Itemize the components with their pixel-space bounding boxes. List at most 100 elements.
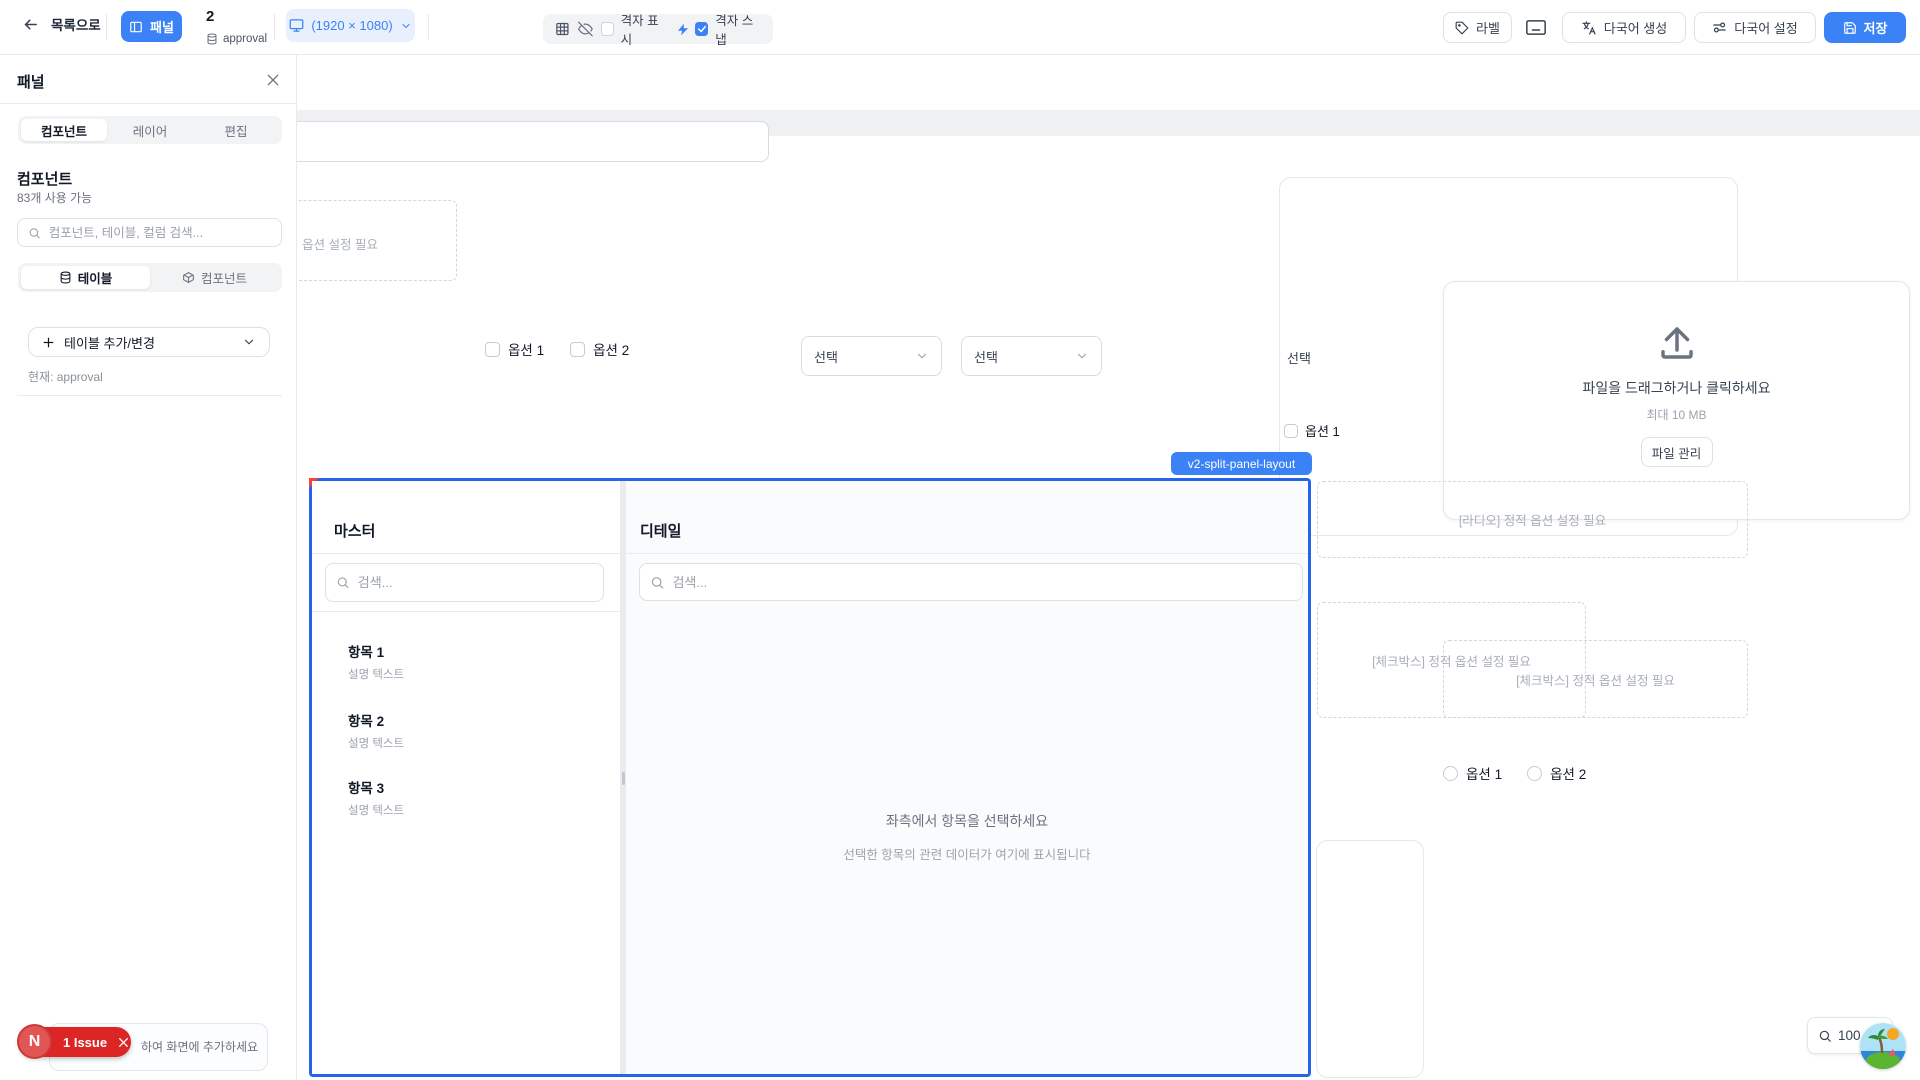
resolution-label: (1920 × 1080) [311,18,392,33]
grid-controls: 격자 표시 격자 스냅 [543,14,773,44]
database-icon [206,33,218,45]
toggle-table[interactable]: 테이블 [21,266,150,289]
save-button[interactable]: 저장 [1824,12,1906,43]
label-button-label: 라벨 [1476,18,1500,37]
checkbox-icon[interactable] [570,342,585,357]
table-badge-label: approval [223,33,267,45]
checkbox-label: 옵션 1 [508,339,544,359]
panel-title: 패널 [17,71,45,92]
back-button[interactable]: 목록으로 [22,14,101,34]
radio-placeholder-text: [라디오] 정적 옵션 설정 필요 [1459,510,1606,529]
divider [626,553,1308,554]
tag-icon [1455,21,1469,35]
chevron-down-icon [400,20,412,32]
item-desc: 설명 텍스트 [348,802,404,818]
divider [274,14,275,40]
checkbox-field[interactable]: 옵션 1 옵션 2 [485,339,629,359]
source-toggle: 테이블 컴포넌트 [18,263,282,292]
canvas-text-input[interactable] [290,121,769,162]
upload-icon [1656,322,1698,364]
island-widget[interactable] [1860,1023,1906,1069]
file-manage-button[interactable]: 파일 관리 [1641,437,1713,467]
radio-icon[interactable] [1443,766,1458,781]
list-item[interactable]: 항목 3 설명 텍스트 [348,777,404,818]
database-icon [59,271,72,284]
keyboard-icon[interactable] [1526,19,1546,36]
add-table-label: 테이블 추가/변경 [64,333,155,352]
upload-limit: 최대 10 MB [1646,406,1706,423]
issue-logo-letter: N [29,1033,41,1051]
island-icon [1860,1023,1906,1069]
grid-snap-label: 격자 스냅 [715,10,761,48]
checkbox-icon[interactable] [485,342,500,357]
list-item[interactable]: 항목 2 설명 텍스트 [348,710,404,751]
empty-desc: 선택한 항목의 관련 데이터가 여기에 표시됩니다 [626,844,1308,863]
tab-layers[interactable]: 레이어 [107,119,193,141]
toggle-component[interactable]: 컴포넌트 [150,266,279,289]
table-badge: approval [206,33,267,45]
detail-title: 디테일 [640,520,681,541]
radio-icon[interactable] [1527,766,1542,781]
toggle-table-label: 테이블 [78,268,113,287]
split-panel-component[interactable]: 마스터 항목 1 설명 텍스트 항목 2 설명 텍스트 항목 3 설명 텍스트 [309,478,1311,1077]
component-search-field[interactable] [49,226,271,240]
radio-label: 옵션 1 [1466,763,1502,783]
detail-search-field[interactable] [672,575,1292,590]
close-icon[interactable] [265,72,281,88]
toolbar: 목록으로 패널 2 approval (1920 × 1080) 격자 표시 [0,0,1920,55]
tab-edit[interactable]: 편집 [193,119,279,141]
grid-snap-checkbox[interactable] [695,22,708,36]
master-search-field[interactable] [358,575,593,590]
checkbox-icon[interactable] [1284,424,1298,438]
i18n-settings-label: 다국어 설정 [1734,18,1797,37]
search-icon [28,226,41,240]
selected-component-badge: v2-split-panel-layout [1171,452,1312,475]
component-search-input[interactable] [17,218,282,247]
checkbox-label: 옵션 1 [1305,421,1340,440]
item-desc: 설명 텍스트 [348,735,404,751]
arrow-left-icon [22,16,39,33]
search-icon [650,575,664,590]
card-checkbox-field[interactable]: 옵션 1 [1284,421,1340,440]
select-placeholder-text: 옵션 설정 필요 [302,234,378,253]
bottom-right-card[interactable] [1316,840,1424,1078]
grid-icon [555,21,570,37]
detail-search-input[interactable] [639,563,1303,601]
label-button[interactable]: 라벨 [1443,12,1512,43]
select-field[interactable]: 선택 [961,336,1102,376]
tab-components[interactable]: 컴포넌트 [21,119,107,141]
item-desc: 설명 텍스트 [348,666,404,682]
card-select-label: 선택 [1287,348,1311,367]
section-title: 컴포넌트 [17,168,72,189]
zoom-level: 100 [1838,1028,1861,1043]
item-title: 항목 1 [348,641,404,661]
add-table-button[interactable]: 테이블 추가/변경 [28,327,270,357]
divider [106,14,107,40]
radio-field[interactable]: 옵션 1 옵션 2 [1443,763,1586,783]
panel-icon [129,20,143,34]
grid-show-checkbox[interactable] [601,22,614,36]
search-icon [336,575,350,590]
save-icon [1843,21,1857,35]
back-label: 목록으로 [51,14,101,34]
resolution-selector[interactable]: (1920 × 1080) [286,9,415,42]
magnifier-icon [1818,1029,1832,1043]
list-item[interactable]: 항목 1 설명 텍스트 [348,641,404,682]
select-value: 선택 [814,347,838,366]
radio-placeholder-box[interactable]: [라디오] 정적 옵션 설정 필요 [1317,481,1748,558]
issue-logo: N [17,1024,52,1059]
lightning-icon [677,23,689,36]
select-field[interactable]: 선택 [801,336,942,376]
i18n-settings-button[interactable]: 다국어 설정 [1694,12,1816,43]
panel-toggle-button[interactable]: 패널 [121,11,182,42]
close-icon[interactable] [117,1036,130,1049]
i18n-generate-button[interactable]: 다국어 생성 [1562,12,1686,43]
divider [428,14,429,40]
plus-icon [42,336,55,349]
checkbox-placeholder-box-2[interactable]: [체크박스] 정적 옵션 설정 필요 [1443,640,1748,718]
translate-icon [1581,20,1597,36]
master-search-input[interactable] [325,563,604,602]
master-title: 마스터 [334,520,375,541]
resize-handle[interactable] [622,772,625,785]
available-count: 83개 사용 가능 [17,189,92,206]
